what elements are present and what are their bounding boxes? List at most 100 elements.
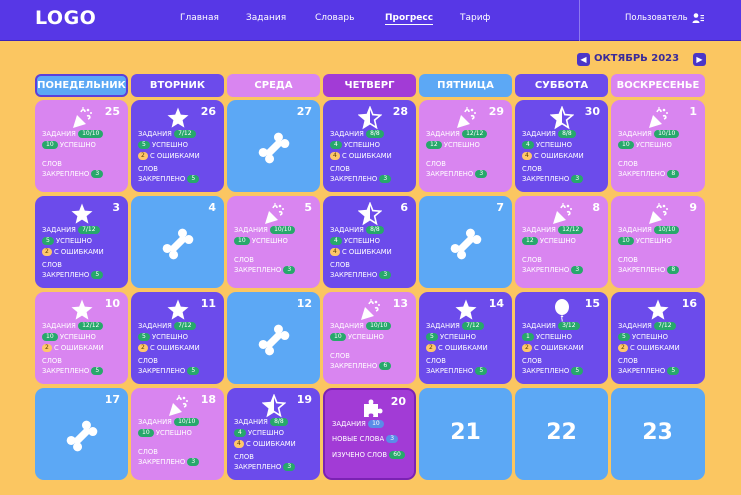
tasks-badge: 10/10 — [174, 418, 200, 426]
fixed-row: ЗАКРЕПЛЕНО 3 — [234, 266, 296, 275]
day-number: 6 — [400, 201, 408, 214]
calendar-day-cell[interactable]: 10 ЗАДАНИЯ 12/12 10 УСПЕШНО 2 С ОШИБКАМИ СЛО… — [35, 292, 128, 384]
half-star-icon — [549, 105, 575, 130]
day-number: 15 — [584, 297, 600, 310]
fixed-words-badge: 5 — [91, 367, 104, 375]
calendar-day-cell[interactable]: 12 — [227, 292, 320, 384]
words-label: СЛОВ — [330, 261, 350, 269]
star-icon — [166, 106, 190, 130]
calendar-day-cell[interactable]: 21 — [419, 388, 512, 480]
calendar-day-cell[interactable]: 26 ЗАДАНИЯ 7/12 5 УСПЕШНО 2 С ОШИБКАМИ СЛОВ З… — [131, 100, 224, 192]
calendar-day-cell[interactable]: 23 — [611, 388, 705, 480]
month-title: ОКТЯБРЬ 2023 — [594, 53, 680, 64]
fixed-words-badge: 8 — [667, 170, 680, 178]
fixed-row: ЗАКРЕПЛЕНО 5 — [42, 271, 104, 280]
logo[interactable]: LOGO — [35, 7, 96, 29]
tasks-row: ЗАДАНИЯ 10/10 — [618, 130, 680, 139]
user-menu-label[interactable]: Пользователь — [625, 13, 688, 23]
day-number: 10 — [104, 297, 120, 310]
bone-icon — [256, 322, 292, 358]
success-badge: 5 — [138, 141, 150, 149]
success-badge: 12 — [522, 237, 538, 245]
success-badge: 10 — [618, 141, 634, 149]
next-month-button[interactable]: ▶ — [693, 53, 706, 66]
calendar-day-cell[interactable]: 30 ЗАДАНИЯ 8/8 4 УСПЕШНО 4 С ОШИБКАМИ СЛОВ ЗА… — [515, 100, 608, 192]
calendar-day-cell[interactable]: 17 — [35, 388, 128, 480]
success-row: 5 УСПЕШНО — [138, 333, 188, 342]
success-badge: 10 — [42, 141, 58, 149]
calendar-day-cell[interactable]: 29 ЗАДАНИЯ 12/12 12 УСПЕШНО СЛОВ ЗАКРЕПЛЕНО … — [419, 100, 512, 192]
fixed-row: ЗАКРЕПЛЕНО 8 — [618, 266, 680, 275]
errors-row: 4 С ОШИБКАМИ — [330, 248, 392, 257]
calendar-day-cell[interactable]: 28 ЗАДАНИЯ 8/8 4 УСПЕШНО 4 С ОШИБКАМИ СЛОВ ЗА… — [323, 100, 416, 192]
weekday-header-thursday: ЧЕТВЕРГ — [323, 74, 416, 97]
success-row: 5 УСПЕШНО — [138, 141, 188, 150]
calendar-day-cell[interactable]: 11 ЗАДАНИЯ 7/12 5 УСПЕШНО 2 С ОШИБКАМИ СЛОВ З… — [131, 292, 224, 384]
star-icon — [454, 298, 478, 322]
success-badge: 4 — [330, 141, 342, 149]
tasks-row: ЗАДАНИЯ 10/10 — [330, 322, 392, 331]
calendar-day-cell[interactable]: 14 ЗАДАНИЯ 7/12 5 УСПЕШНО 2 С ОШИБКАМИ СЛОВ З… — [419, 292, 512, 384]
bone-icon — [256, 130, 292, 166]
errors-badge: 2 — [42, 248, 52, 256]
calendar-day-cell[interactable]: 16 ЗАДАНИЯ 7/12 5 УСПЕШНО 2 С ОШИБКАМИ СЛОВ З… — [611, 292, 705, 384]
calendar-day-cell[interactable]: 5 ЗАДАНИЯ 10/10 10 УСПЕШНО СЛОВ ЗАКРЕПЛЕНО 3 — [227, 196, 320, 288]
nav-link-dictionary[interactable]: Словарь — [315, 13, 354, 23]
fixed-row: ЗАКРЕПЛЕНО 3 — [522, 175, 584, 184]
tasks-badge: 12/12 — [558, 226, 584, 234]
day-number: 25 — [104, 105, 120, 118]
calendar-day-cell[interactable]: 7 — [419, 196, 512, 288]
success-badge: 5 — [618, 333, 630, 341]
calendar-day-cell[interactable]: 1 ЗАДАНИЯ 10/10 10 УСПЕШНО СЛОВ ЗАКРЕПЛЕНО 8 — [611, 100, 705, 192]
tasks-row: ЗАДАНИЯ 7/12 — [618, 322, 676, 331]
success-badge: 5 — [426, 333, 438, 341]
success-badge: 4 — [234, 429, 246, 437]
fixed-words-badge: 3 — [571, 175, 584, 183]
new-words-badge: 3 — [386, 435, 399, 443]
star-icon — [70, 298, 94, 322]
nav-link-progress[interactable]: Прогресс — [385, 13, 434, 25]
fixed-row: ЗАКРЕПЛЕНО 3 — [138, 458, 200, 467]
tasks-row: ЗАДАНИЯ 7/12 — [138, 322, 196, 331]
user-settings-icon[interactable] — [692, 12, 704, 24]
errors-badge: 4 — [330, 152, 340, 160]
weekday-header-tuesday: ВТОРНИК — [131, 74, 224, 97]
tasks-row: ЗАДАНИЯ 10/10 — [42, 130, 104, 139]
tasks-badge: 10/10 — [654, 130, 680, 138]
success-row: 4 УСПЕШНО — [234, 429, 284, 438]
errors-badge: 2 — [522, 344, 532, 352]
tasks-row: ЗАДАНИЯ 10 — [332, 420, 384, 429]
calendar-day-cell[interactable]: 25 ЗАДАНИЯ 10/10 10 УСПЕШНО СЛОВ ЗАКРЕПЛЕНО … — [35, 100, 128, 192]
fixed-words-badge: 5 — [475, 367, 488, 375]
calendar-day-cell[interactable]: 4 — [131, 196, 224, 288]
words-label: СЛОВ — [42, 160, 62, 168]
calendar-day-cell[interactable]: 13 ЗАДАНИЯ 10/10 10 УСПЕШНО СЛОВ ЗАКРЕПЛЕНО … — [323, 292, 416, 384]
nav-link-pricing[interactable]: Тариф — [460, 13, 490, 23]
day-number: 19 — [296, 393, 312, 406]
tasks-row: ЗАДАНИЯ 10/10 — [234, 226, 296, 235]
day-number: 22 — [546, 420, 577, 445]
previous-month-button[interactable]: ◀ — [577, 53, 590, 66]
fixed-row: ЗАКРЕПЛЕНО 3 — [330, 271, 392, 280]
nav-link-home[interactable]: Главная — [180, 13, 219, 23]
calendar-day-cell[interactable]: 9 ЗАДАНИЯ 10/10 10 УСПЕШНО СЛОВ ЗАКРЕПЛЕНО 8 — [611, 196, 705, 288]
errors-row: 2 С ОШИБКАМИ — [426, 344, 488, 353]
nav-link-tasks[interactable]: Задания — [246, 13, 286, 23]
half-star-icon — [357, 105, 383, 130]
fixed-row: ЗАКРЕПЛЕНО 3 — [426, 170, 488, 179]
bone-icon — [64, 418, 100, 454]
calendar-day-cell[interactable]: 15 ЗАДАНИЯ 3/12 1 УСПЕШНО 2 С ОШИБКАМИ СЛОВ З… — [515, 292, 608, 384]
tasks-badge: 7/12 — [78, 226, 100, 234]
calendar-day-cell[interactable]: 19 ЗАДАНИЯ 8/8 4 УСПЕШНО 4 С ОШИБКАМИ СЛОВ ЗА… — [227, 388, 320, 480]
calendar-day-cell[interactable]: 18 ЗАДАНИЯ 10/10 10 УСПЕШНО СЛОВ ЗАКРЕПЛЕНО … — [131, 388, 224, 480]
tasks-row: ЗАДАНИЯ 10/10 — [138, 418, 200, 427]
calendar-day-cell[interactable]: 8 ЗАДАНИЯ 12/12 12 УСПЕШНО СЛОВ ЗАКРЕПЛЕНО 3 — [515, 196, 608, 288]
errors-row: 2 С ОШИБКАМИ — [138, 344, 200, 353]
calendar-day-cell[interactable]: 27 — [227, 100, 320, 192]
words-label: СЛОВ — [522, 357, 542, 365]
day-number: 12 — [296, 297, 312, 310]
calendar-day-cell[interactable]: 6 ЗАДАНИЯ 8/8 4 УСПЕШНО 4 С ОШИБКАМИ СЛОВ ЗАК… — [323, 196, 416, 288]
calendar-day-cell[interactable]: 3 ЗАДАНИЯ 7/12 5 УСПЕШНО 2 С ОШИБКАМИ СЛОВ ЗА… — [35, 196, 128, 288]
calendar-day-cell[interactable]: 22 — [515, 388, 608, 480]
calendar-day-cell[interactable]: 20 ЗАДАНИЯ 10 НОВЫЕ СЛОВА 3 ИЗУЧЕНО СЛОВ 60 — [323, 388, 416, 480]
